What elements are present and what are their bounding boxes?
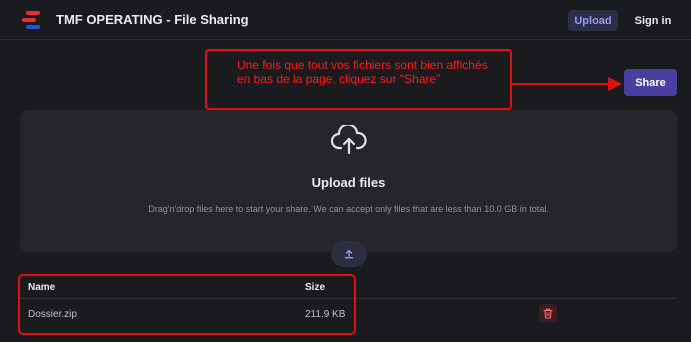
share-button[interactable]: Share	[624, 69, 677, 96]
cloud-upload-icon	[331, 125, 367, 155]
dropzone-description: Drag'n'drop files here to start your sha…	[148, 204, 549, 214]
app-title: TMF OPERATING - File Sharing	[56, 12, 249, 27]
logo-icon	[22, 11, 40, 29]
select-files-button[interactable]	[331, 241, 367, 267]
nav-signin-link[interactable]: Sign in	[630, 10, 676, 31]
annotation-callout: Une fois que tout vos fichiers sont bien…	[205, 49, 512, 110]
trash-icon	[543, 308, 553, 319]
annotation-table-highlight	[18, 274, 356, 335]
upload-icon	[344, 249, 354, 259]
annotation-arrow-icon	[512, 77, 622, 91]
dropzone-title: Upload files	[311, 175, 386, 190]
nav-upload-link[interactable]: Upload	[568, 10, 618, 31]
upload-dropzone[interactable]: Upload files Drag'n'drop files here to s…	[20, 110, 677, 252]
app-header: TMF OPERATING - File Sharing Upload Sign…	[0, 0, 691, 40]
delete-file-button[interactable]	[539, 304, 557, 322]
